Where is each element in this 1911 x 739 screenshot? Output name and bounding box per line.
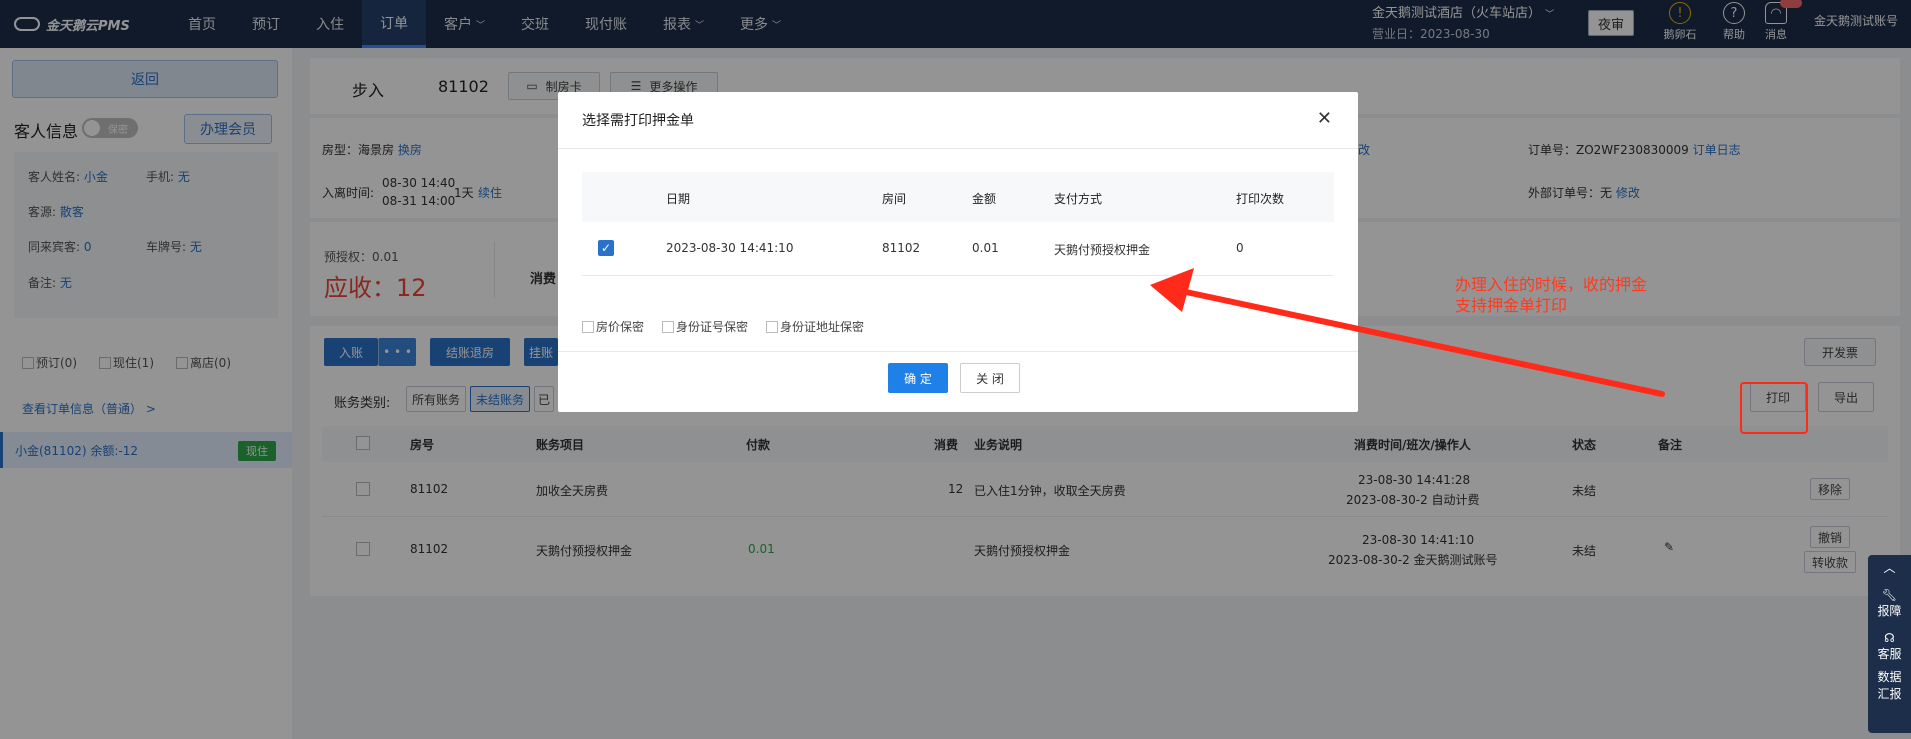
annotation-arrow [1150,268,1665,397]
arrow-shaft [1183,289,1665,397]
arrow-head [1150,268,1194,312]
